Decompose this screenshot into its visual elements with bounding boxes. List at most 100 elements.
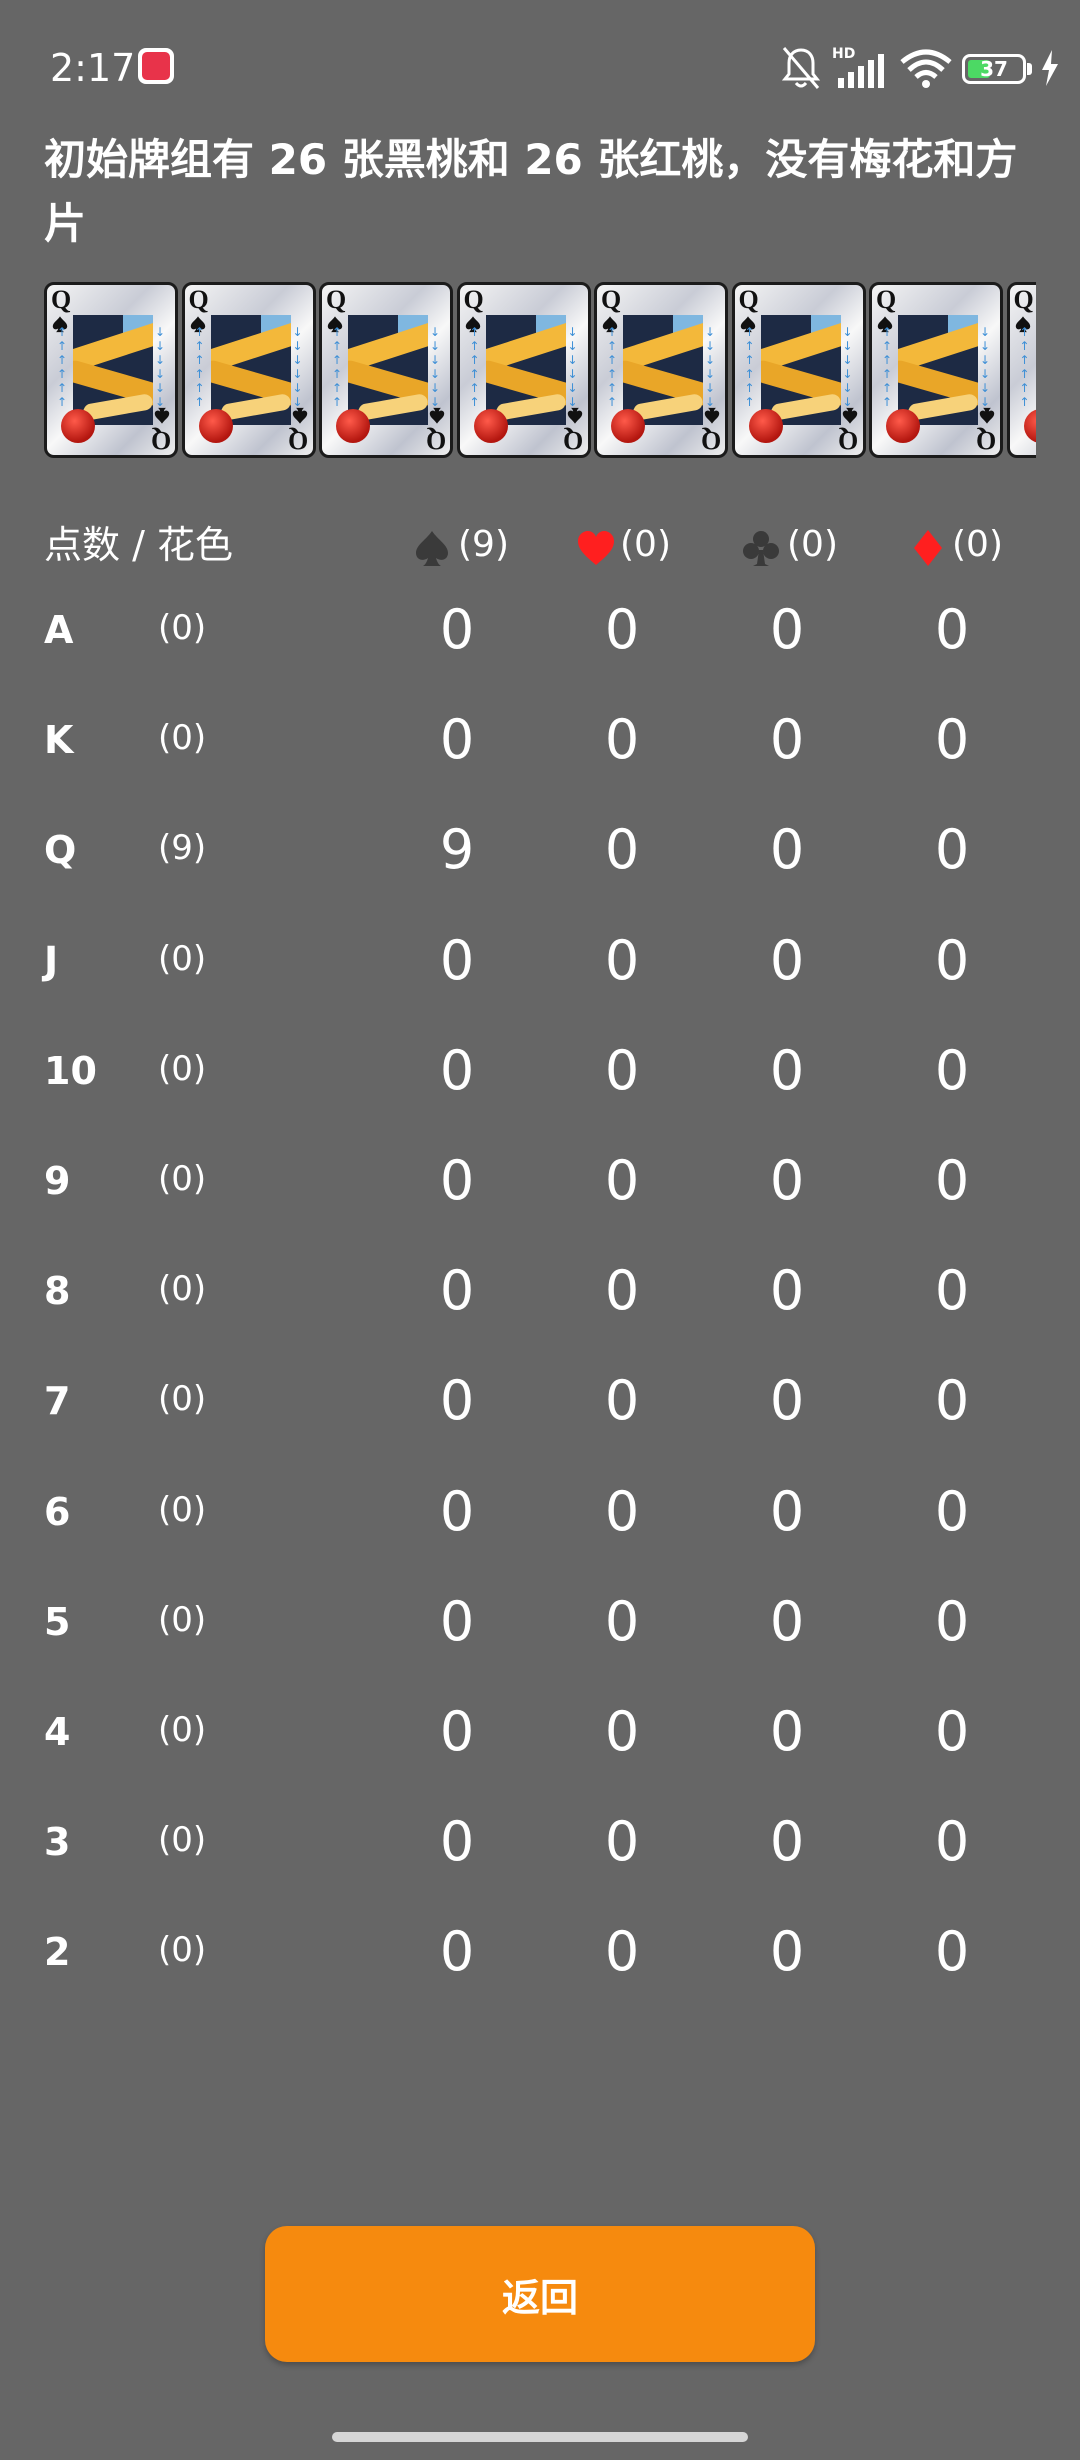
charging-icon [1042, 50, 1058, 86]
card-queen-of-spades: Q ↑↑↑↑↑↑ ↓↓↓↓↓↓ Q [594, 282, 728, 458]
diamond-cell: 0 [934, 1149, 970, 1212]
rank-label: 5 [44, 1599, 71, 1644]
battery-level: 37 [980, 57, 1008, 81]
card-face-art [623, 315, 703, 425]
club-cell: 0 [769, 1700, 805, 1763]
heart-cell: 0 [604, 598, 640, 661]
bell-off-icon [781, 47, 821, 89]
screen: 2:17 HD 37 初始牌组有 26 张黑桃和 26 张红桃，没有梅花和方片 … [0, 0, 1080, 2460]
table-row: 8 (0) 0 0 0 0 [0, 1236, 1080, 1346]
club-cell: 0 [769, 818, 805, 882]
spade-icon [978, 405, 996, 425]
table-row: J (0) 0 0 0 0 [0, 906, 1080, 1016]
rank-total: (9) [158, 828, 207, 869]
heart-cell: 0 [604, 1920, 640, 1984]
table-row: Q (9) 9 0 0 0 [0, 795, 1080, 905]
heart-cell: 0 [604, 1700, 640, 1763]
chip-icon [473, 409, 508, 443]
chip-icon [198, 409, 233, 443]
club-cell: 0 [769, 1479, 805, 1543]
card-rank: Q [601, 285, 622, 314]
card-queen-of-spades: Q ↑↑↑↑↑↑ ↓↓↓↓↓↓ Q [44, 282, 178, 458]
card-queen-of-spades: Q ↑↑↑↑↑↑ ↓↓↓↓↓↓ Q [869, 282, 1003, 458]
rank-label: 6 [44, 1489, 71, 1534]
battery-icon: 37 [962, 54, 1026, 84]
spade-cell: 0 [439, 1700, 475, 1763]
rank-label: 10 [44, 1048, 97, 1093]
home-indicator[interactable] [332, 2432, 748, 2442]
club-cell: 0 [769, 1259, 805, 1323]
chip-icon [748, 409, 783, 443]
arrow-decoration: ↑ ↑ ↑ ↑ ↑ ↑ [57, 325, 68, 409]
table-row: 6 (0) 0 0 0 0 [0, 1457, 1080, 1567]
card-queen-of-spades: Q ↑↑↑↑↑↑ ↓↓↓↓↓↓ Q [319, 282, 453, 458]
rank-label: K [44, 718, 74, 763]
diamond-cell: 0 [934, 1259, 970, 1323]
spade-count: (9) [458, 524, 509, 565]
arrow-decoration: ↑ ↑ ↑ ↑ ↑ ↑ [332, 325, 343, 409]
diamond-cell: 0 [934, 1700, 970, 1763]
card-rank: Q [700, 426, 721, 455]
table-row: K (0) 0 0 0 0 [0, 685, 1080, 795]
heart-count: (0) [620, 524, 671, 565]
card-face-art [485, 315, 566, 425]
rank-total: (0) [158, 938, 207, 979]
heart-cell: 0 [604, 1589, 640, 1653]
heart-cell: 0 [604, 1810, 640, 1874]
diamond-cell: 0 [934, 708, 970, 772]
card-rank: Q [188, 285, 209, 314]
status-bar: 2:17 HD 37 [0, 0, 1080, 130]
card-rank: Q [150, 426, 171, 455]
back-button[interactable]: 返回 [265, 2226, 815, 2362]
spade-cell: 0 [439, 708, 475, 772]
arrow-decoration: ↑ ↑ ↑ ↑ ↑ ↑ [744, 325, 755, 409]
signal-icon: HD [832, 46, 884, 88]
spade-cell: 0 [439, 1920, 475, 1984]
club-cell: 0 [769, 1920, 805, 1984]
diamond-cell: 0 [934, 1920, 970, 1984]
spade-cell: 0 [439, 1589, 475, 1653]
club-cell: 0 [769, 1369, 805, 1433]
spade-cell: 0 [439, 1259, 475, 1323]
card-queen-of-spades: Q ↑↑↑↑↑↑ ↓↓↓↓↓↓ Q [456, 282, 591, 458]
spade-icon [428, 405, 446, 425]
rank-total: (0) [158, 1599, 207, 1640]
rank-label: A [44, 608, 74, 652]
spade-cell: 0 [439, 598, 475, 661]
diamond-cell: 0 [934, 1589, 970, 1653]
rank-total: (0) [158, 1710, 207, 1750]
spade-cell: 0 [439, 1149, 475, 1212]
spade-cell: 0 [439, 1479, 475, 1543]
table-row: 3 (0) 0 0 0 0 [0, 1787, 1080, 1897]
arrow-decoration: ↓ ↓ ↓ ↓ ↓ ↓ [430, 325, 441, 409]
heart-cell: 0 [604, 708, 640, 772]
card-rank: Q [51, 285, 72, 314]
arrow-decoration: ↑ ↑ ↑ ↑ ↑ ↑ [1019, 325, 1030, 409]
club-count: (0) [787, 524, 838, 565]
rank-label: 2 [44, 1930, 71, 1975]
heart-cell: 0 [604, 1259, 640, 1323]
rank-label: 4 [44, 1710, 71, 1754]
rank-total: (0) [158, 1930, 207, 1971]
heart-cell: 0 [604, 1038, 640, 1102]
heart-cell: 0 [604, 928, 640, 992]
heart-cell: 0 [604, 1369, 640, 1433]
arrow-decoration: ↓ ↓ ↓ ↓ ↓ ↓ [567, 325, 578, 409]
diamond-cell: 0 [934, 1810, 970, 1874]
diamond-cell: 0 [934, 928, 970, 992]
diamond-cell: 0 [934, 1369, 970, 1433]
club-cell: 0 [769, 1810, 805, 1874]
diamond-cell: 0 [934, 1038, 970, 1102]
card-face-art [760, 315, 841, 425]
card-rank: Q [326, 285, 347, 314]
table-row: 7 (0) 0 0 0 0 [0, 1346, 1080, 1456]
card-face-art [210, 315, 291, 425]
card-rank: Q [1013, 285, 1034, 314]
card-rank: Q [288, 426, 309, 455]
rank-suit-header: 点数 / 花色 [44, 523, 233, 567]
club-cell: 0 [769, 708, 805, 772]
rank-label: 7 [44, 1379, 71, 1424]
arrow-decoration: ↑ ↑ ↑ ↑ ↑ ↑ [194, 325, 205, 409]
club-icon [743, 531, 779, 566]
spade-icon [153, 405, 171, 425]
